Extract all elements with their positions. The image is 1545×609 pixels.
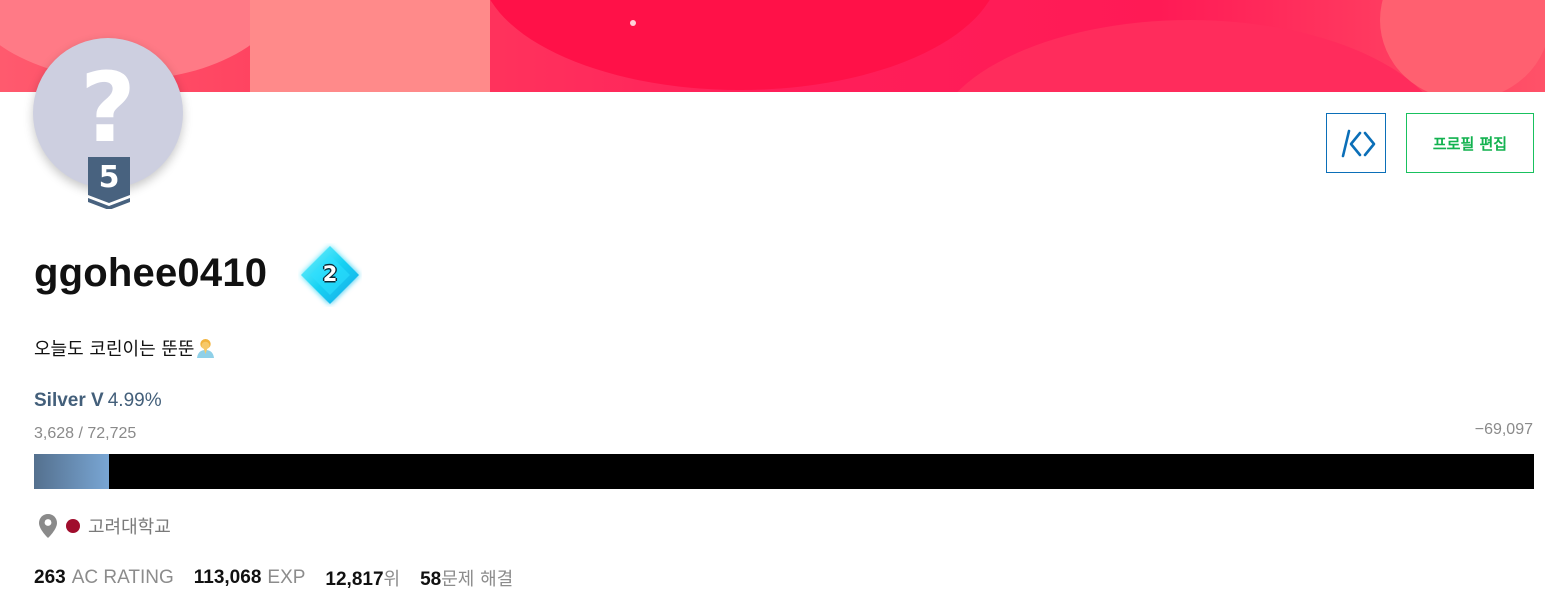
solved-value: 58 — [420, 569, 442, 590]
exp-label: EXP — [267, 567, 306, 588]
organization-color-dot — [66, 519, 80, 533]
solved-label: 문제 해결 — [441, 569, 514, 590]
banner-decoration — [630, 20, 636, 26]
rating-label: AC RATING — [71, 567, 174, 588]
tier-progress-fill — [34, 454, 109, 489]
level-badge: 5 — [88, 157, 130, 210]
person-with-folded-hands-emoji-icon — [195, 337, 216, 358]
tier-progress-bar — [34, 454, 1534, 489]
level-number: 5 — [98, 160, 120, 195]
tier-percent: 4.99% — [107, 390, 162, 411]
rank-value: 12,817 — [325, 569, 384, 590]
edit-profile-button[interactable]: 프로필 편집 — [1406, 113, 1534, 173]
profile-bio: 오늘도 코린이는 뚠뚠 — [34, 337, 216, 362]
rank-label: 위 — [383, 569, 401, 590]
tier-summary: Silver V 4.99% — [34, 389, 162, 413]
tier-name: Silver V — [34, 390, 104, 411]
exp-progress-text: 3,628 / 72,725 — [34, 425, 137, 442]
organization-name[interactable]: 고려대학교 — [88, 513, 171, 539]
stat-rank: 12,817위 — [325, 565, 400, 591]
banner-decoration — [480, 0, 1000, 90]
stat-exp: 113,068 EXP — [194, 567, 306, 589]
exp-value: 113,068 — [193, 567, 262, 588]
stat-solved[interactable]: 58문제 해결 — [420, 565, 513, 591]
code-profile-button[interactable] — [1326, 113, 1386, 173]
question-mark-icon: ? — [80, 52, 136, 164]
username: ggohee0410 — [34, 251, 268, 295]
location-pin-icon — [39, 514, 57, 538]
stat-rating: 263 AC RATING — [34, 567, 174, 589]
code-brackets-icon — [1341, 129, 1376, 158]
exp-remaining-text: −69,097 — [1474, 421, 1533, 438]
rating-value: 263 — [34, 567, 66, 588]
user-stats: 263 AC RATING 113,068 EXP 12,817위 58문제 해결 — [34, 566, 533, 590]
profile-banner — [0, 0, 1545, 92]
class-badge: 2 — [298, 243, 362, 307]
banner-decoration — [930, 20, 1450, 92]
class-number: 2 — [322, 262, 338, 286]
bio-text: 오늘도 코린이는 뚠뚠 — [34, 339, 195, 360]
banner-decoration — [250, 0, 490, 92]
organization-row[interactable]: 고려대학교 — [38, 513, 171, 539]
